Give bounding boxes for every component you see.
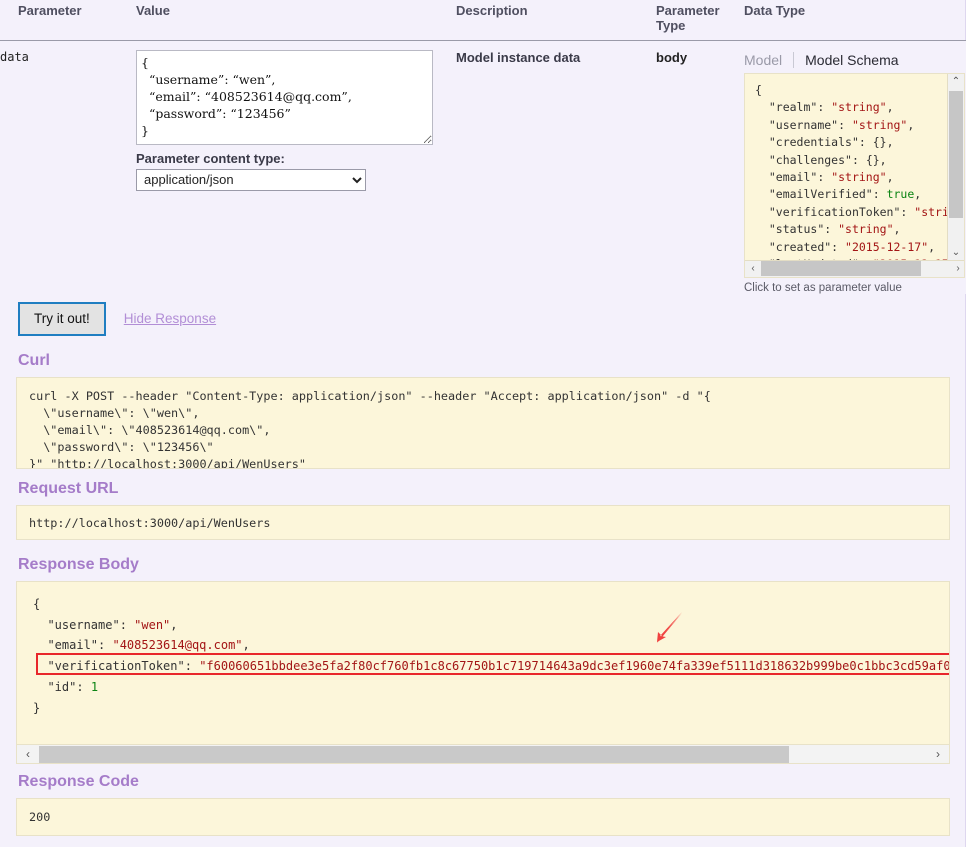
col-header-parameter-type-line1: Parameter: [656, 3, 720, 18]
scroll-up-icon[interactable]: ⌃: [948, 74, 964, 90]
schema-vertical-scrollbar[interactable]: ⌃ ⌄: [947, 73, 964, 261]
hide-response-link[interactable]: Hide Response: [124, 311, 216, 326]
response-body-box[interactable]: { "username": "wen", "email": "408523614…: [16, 581, 950, 764]
table-header-row: Parameter Value Description Parameter Typ…: [0, 0, 966, 41]
schema-horizontal-scrollbar[interactable]: ‹ ›: [745, 259, 964, 277]
response-scroll-left-icon[interactable]: ‹: [17, 747, 39, 761]
model-schema-code[interactable]: { "realm": "string", "username": "string…: [745, 74, 949, 261]
response-body-code: { "username": "wen", "email": "408523614…: [33, 597, 950, 715]
tab-model[interactable]: Model: [744, 52, 793, 68]
curl-title: Curl: [18, 352, 50, 369]
content-type-label: Parameter content type:: [136, 150, 285, 166]
cell-parameter-name: data: [0, 40, 136, 294]
cell-parameter-value: { “username”: “wen”, “email”: “408523614…: [136, 40, 456, 294]
parameter-value-textarea[interactable]: { “username”: “wen”, “email”: “408523614…: [136, 49, 433, 145]
col-header-value: Value: [136, 0, 456, 41]
cell-parameter-type: body: [656, 40, 744, 294]
cell-data-type: Model Model Schema { "realm": "string", …: [744, 40, 966, 294]
response-code-title: Response Code: [18, 773, 139, 790]
curl-section: Curl curl -X POST --header "Content-Type…: [0, 352, 966, 469]
scroll-right-icon[interactable]: ›: [950, 263, 964, 274]
schema-hint-text: Click to set as parameter value: [744, 281, 902, 294]
scroll-left-icon[interactable]: ‹: [745, 263, 761, 274]
action-row: Try it out! Hide Response: [18, 302, 216, 336]
response-body-title: Response Body: [18, 556, 139, 573]
response-body-section: Response Body { "username": "wen", "emai…: [0, 556, 966, 764]
model-schema-box[interactable]: { "realm": "string", "username": "string…: [744, 72, 965, 278]
response-hscroll-thumb[interactable]: [39, 745, 789, 763]
cell-description: Model instance data: [456, 40, 656, 294]
request-url-title: Request URL: [18, 480, 119, 497]
schema-tabs: Model Model Schema: [744, 51, 966, 68]
table-row: data { “username”: “wen”, “email”: “4085…: [0, 40, 966, 294]
response-code-value: 200: [16, 798, 950, 836]
response-code-section: Response Code 200: [0, 773, 966, 836]
schema-vscroll-thumb[interactable]: [949, 90, 963, 218]
col-header-parameter-type-line2: Type: [656, 17, 686, 33]
request-url-value: http://localhost:3000/api/WenUsers: [16, 505, 950, 540]
col-header-parameter: Parameter: [0, 0, 136, 41]
request-url-section: Request URL http://localhost:3000/api/We…: [0, 480, 966, 540]
try-it-out-button[interactable]: Try it out!: [18, 302, 106, 336]
response-horizontal-scrollbar[interactable]: ‹ ›: [17, 744, 949, 763]
schema-hscroll-thumb[interactable]: [761, 261, 921, 277]
col-header-data-type: Data Type: [744, 0, 966, 41]
response-scroll-right-icon[interactable]: ›: [927, 747, 949, 761]
tab-model-schema[interactable]: Model Schema: [793, 51, 909, 68]
content-type-select[interactable]: application/json: [136, 168, 366, 191]
col-header-parameter-type: Parameter Type: [656, 0, 744, 41]
swagger-operation-panel: Parameter Value Description Parameter Typ…: [0, 0, 966, 847]
col-header-description: Description: [456, 0, 656, 41]
curl-command: curl -X POST --header "Content-Type: app…: [16, 377, 950, 469]
parameters-table: Parameter Value Description Parameter Typ…: [0, 0, 966, 294]
scroll-down-icon[interactable]: ⌄: [948, 245, 964, 261]
